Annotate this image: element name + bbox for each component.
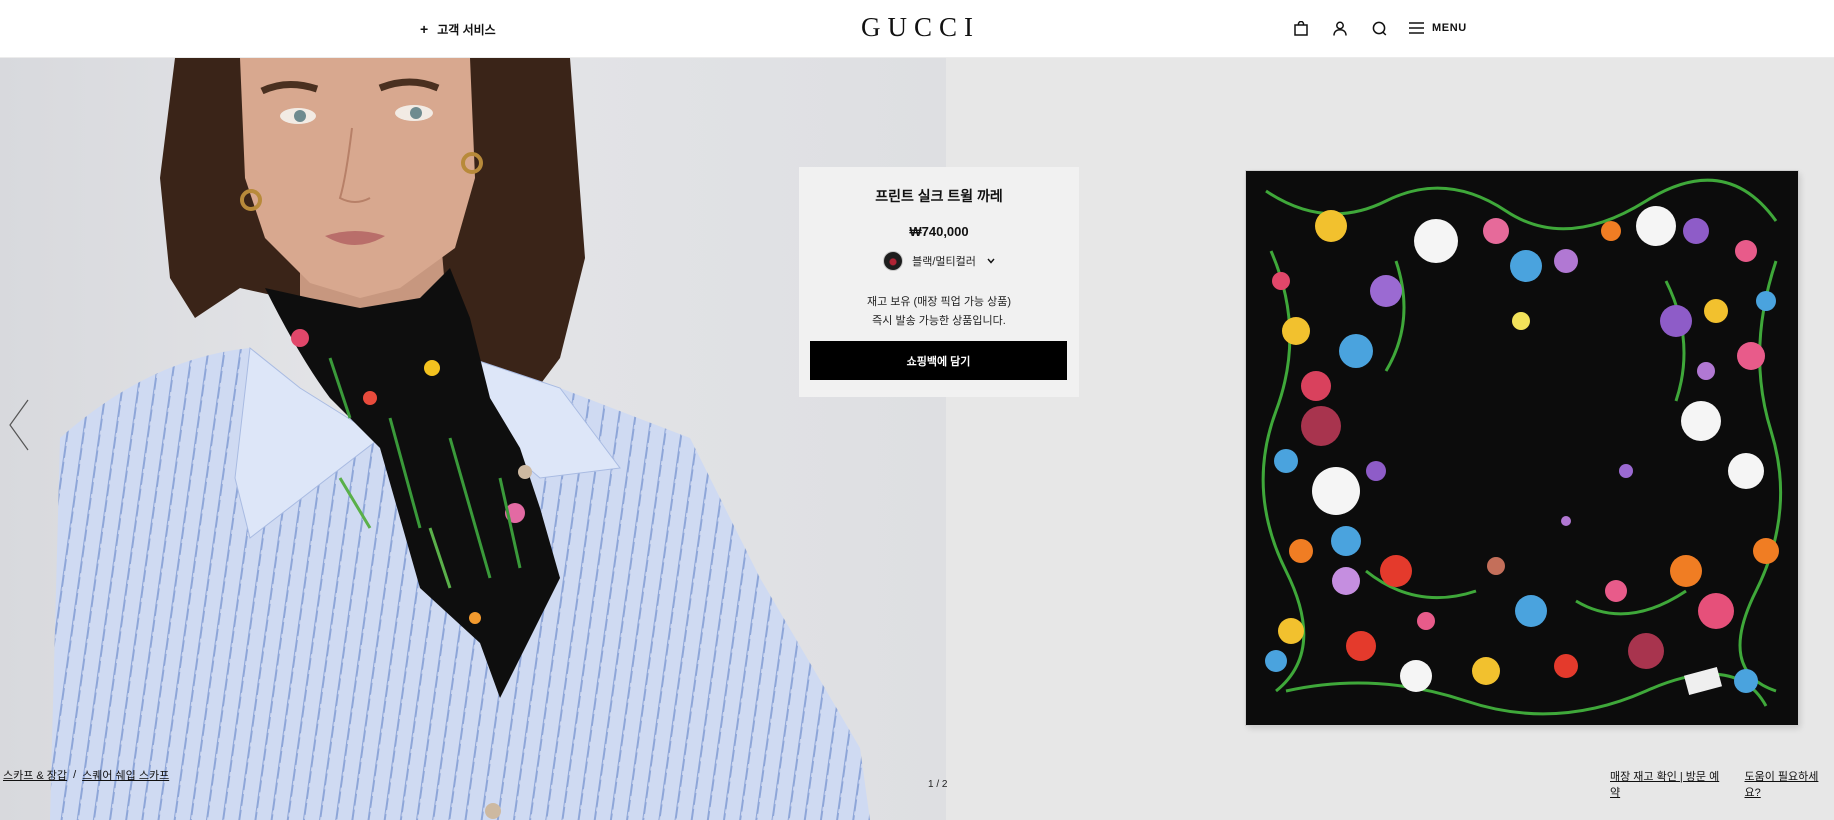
chevron-left-icon (9, 399, 29, 451)
shopping-bag-icon[interactable] (1290, 17, 1312, 39)
scarf-product-image (1246, 171, 1798, 725)
stock-status: 재고 보유 (매장 픽업 가능 상품) (866, 296, 1012, 308)
chevron-down-icon (987, 258, 995, 264)
user-icon[interactable] (1329, 17, 1351, 39)
menu-button[interactable]: MENU (1409, 22, 1467, 34)
breadcrumb: 스카프 & 장갑 / 스퀘어 쉐입 스카프 (3, 767, 169, 783)
header-icons: MENU (1290, 17, 1467, 39)
breadcrumb-separator: / (73, 769, 77, 781)
slide-counter: 1 / 2 (928, 779, 948, 790)
footer-links: 매장 재고 확인 | 방문 예약 도움이 필요하세요? (1610, 768, 1834, 800)
product-price: ₩740,000 (909, 224, 969, 239)
add-to-bag-button[interactable]: 쇼핑백에 담기 (810, 341, 1067, 380)
menu-label: MENU (1432, 22, 1467, 34)
product-card: 프린트 실크 트윌 까레 ₩740,000 블랙/멀티컬러 재고 보유 (매장 … (799, 167, 1079, 397)
breadcrumb-item-scarves-gloves[interactable]: 스카프 & 장갑 (3, 767, 67, 783)
site-header: + 고객 서비스 GUCCI MENU (0, 0, 1834, 58)
hamburger-icon (1409, 22, 1424, 34)
color-swatch (883, 251, 904, 271)
color-selector[interactable]: 블랙/멀티컬러 (799, 251, 1079, 271)
search-icon[interactable] (1368, 17, 1390, 39)
product-gallery: 스카프 & 장갑 / 스퀘어 쉐입 스카프 매장 재고 확인 | 방문 예약 도… (0, 58, 1834, 820)
scarf-photo-panel: 매장 재고 확인 | 방문 예약 도움이 필요하세요? (946, 58, 1834, 820)
breadcrumb-item-square-scarves[interactable]: 스퀘어 쉐입 스카프 (82, 767, 169, 783)
help-link[interactable]: 도움이 필요하세요? (1745, 768, 1834, 800)
shipping-status: 즉시 발송 가능한 상품입니다. (872, 315, 1006, 327)
color-label: 블랙/멀티컬러 (912, 256, 976, 268)
store-stock-link[interactable]: 매장 재고 확인 | 방문 예약 (1610, 768, 1729, 800)
previous-slide-button[interactable] (6, 398, 32, 452)
product-title: 프린트 실크 트윌 까레 (875, 188, 1003, 204)
gucci-logo[interactable]: GUCCI (0, 12, 1834, 43)
